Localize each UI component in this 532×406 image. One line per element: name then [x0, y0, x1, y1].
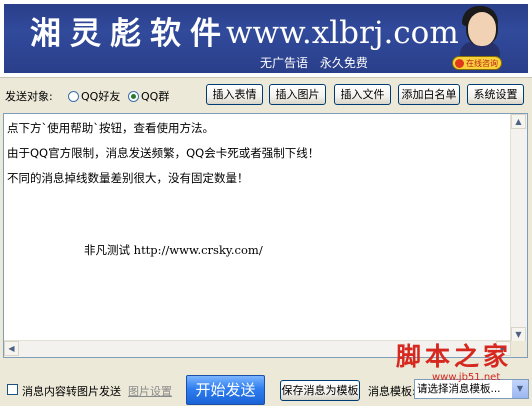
add-whitelist-button[interactable]: 添加白名单	[398, 84, 460, 105]
toolbar: 发送对象: QQ好友 QQ群 插入表情 插入图片 插入文件 添加白名单 系统设置	[0, 80, 532, 108]
message-line: 由于QQ官方限制，消息发送频繁，QQ会卡死或者强制下线！	[7, 146, 320, 160]
banner-background: 湘灵彪软件 www.xlbrj.com 无广告语 永久免费	[4, 4, 528, 73]
radio-circle-selected	[128, 90, 139, 102]
insert-file-button[interactable]: 插入文件	[334, 84, 391, 105]
online-consult-button[interactable]: 在线咨询	[452, 56, 502, 70]
bottom-bar: 消息内容转图片发送 图片设置 开始发送 保存消息为模板 消息模板: 请选择消息模…	[0, 366, 532, 406]
template-select[interactable]: 请选择消息模板... ▼	[414, 379, 529, 399]
online-consult-label: 在线咨询	[466, 59, 498, 68]
image-send-label: 消息内容转图片发送	[22, 385, 121, 398]
image-send-checkbox[interactable]	[7, 384, 18, 395]
scroll-right-icon[interactable]: ▶	[496, 341, 511, 356]
radio-qq-friend[interactable]: QQ好友	[68, 88, 120, 104]
test-url: http://www.crsky.com/	[133, 243, 263, 257]
scrollbar-corner	[511, 341, 527, 357]
send-target-label: 发送对象:	[5, 90, 53, 103]
scroll-left-icon[interactable]: ◀	[4, 341, 19, 356]
template-label: 消息模板:	[368, 385, 416, 398]
vertical-scrollbar[interactable]: ▲ ▼	[510, 114, 527, 342]
insert-image-button[interactable]: 插入图片	[269, 84, 326, 105]
chevron-down-icon[interactable]: ▼	[512, 380, 528, 398]
brand-name: 湘灵彪软件	[30, 16, 230, 52]
brand-slogan: 无广告语 永久免费	[260, 56, 368, 70]
start-send-button[interactable]: 开始发送	[186, 375, 265, 405]
message-content: 点下方`使用帮助`按钮，查看使用方法。 由于QQ官方限制，消息发送频繁，QQ会卡…	[7, 116, 507, 191]
system-settings-button[interactable]: 系统设置	[467, 84, 524, 105]
radio-circle	[68, 90, 79, 102]
header-banner: 湘灵彪软件 www.xlbrj.com 无广告语 永久免费 在线咨询	[0, 0, 532, 78]
consult-icon	[455, 59, 464, 68]
message-line: 点下方`使用帮助`按钮，查看使用方法。	[7, 121, 214, 135]
message-textarea[interactable]: 点下方`使用帮助`按钮，查看使用方法。 由于QQ官方限制，消息发送频繁，QQ会卡…	[3, 113, 528, 358]
scroll-down-icon[interactable]: ▼	[511, 327, 526, 342]
radio-qq-group[interactable]: QQ群	[128, 88, 169, 104]
radio-qq-friend-label: QQ好友	[81, 90, 121, 103]
scroll-up-icon[interactable]: ▲	[511, 114, 526, 129]
horizontal-scrollbar[interactable]: ◀ ▶	[4, 340, 511, 357]
insert-emoticon-button[interactable]: 插入表情	[206, 84, 263, 105]
brand-url: www.xlbrj.com	[226, 15, 459, 51]
save-template-button[interactable]: 保存消息为模板	[280, 380, 360, 401]
template-select-value: 请选择消息模板...	[417, 383, 501, 395]
test-line: 非凡测试 http://www.crsky.com/	[84, 242, 263, 258]
test-prefix: 非凡测试	[84, 243, 130, 257]
image-settings-link[interactable]: 图片设置	[128, 383, 172, 399]
message-line: 不同的消息掉线数量差别很大，没有固定数量！	[7, 171, 249, 185]
radio-qq-group-label: QQ群	[141, 90, 170, 103]
